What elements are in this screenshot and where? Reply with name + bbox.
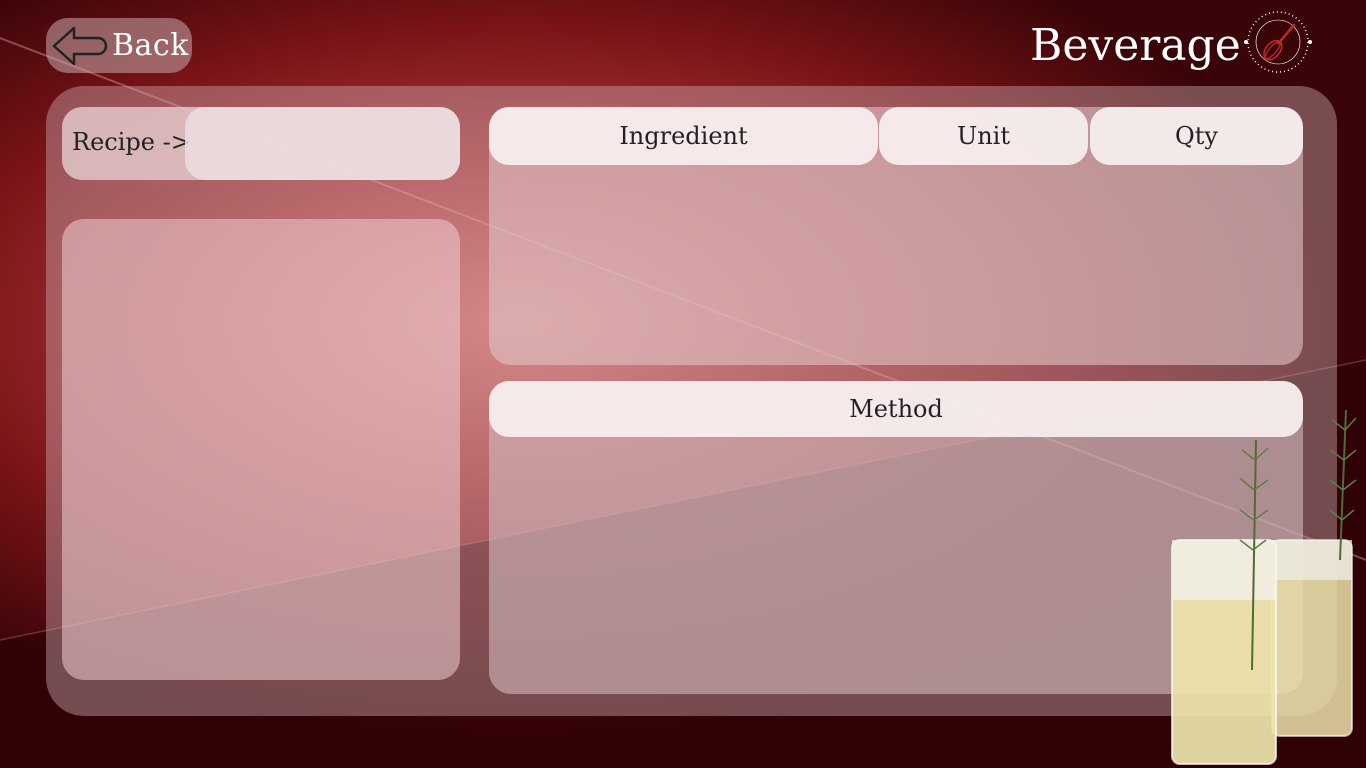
column-header-qty: Qty [1090, 107, 1303, 165]
back-button[interactable]: Back [46, 18, 192, 73]
recipe-input[interactable] [185, 107, 460, 180]
page-title: Beverage [1030, 20, 1241, 71]
recipe-label: Recipe -> [72, 128, 191, 156]
lemonade-glasses-image [1171, 409, 1357, 765]
back-label: Back [112, 28, 189, 63]
column-header-unit: Unit [879, 107, 1088, 165]
cuisine-compass-logo [1232, 0, 1322, 84]
arrow-left-icon [52, 26, 108, 65]
recipe-list[interactable] [62, 219, 460, 680]
column-header-ingredient: Ingredient [489, 107, 878, 165]
